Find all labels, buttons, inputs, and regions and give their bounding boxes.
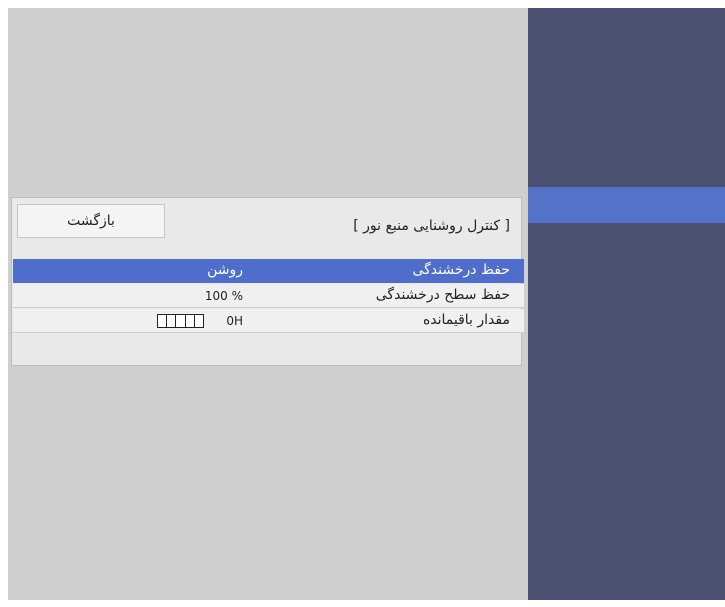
menu-row-value: روشن <box>207 262 243 278</box>
menu-row-value: 100 % <box>204 289 243 303</box>
menu-row-label: مقدار باقیمانده <box>422 312 510 328</box>
menu-row-label: حفظ درخشندگی <box>412 262 510 278</box>
menu-row-label: حفظ سطح درخشندگی <box>375 287 510 303</box>
menu-row-value: 0H <box>226 314 243 328</box>
menu-row-brightness-level[interactable]: حفظ سطح درخشندگی 100 % <box>13 284 524 308</box>
main-menu-panel <box>528 8 725 600</box>
submenu-title: [ کنترل روشنایی منبع نور ] <box>353 218 510 234</box>
back-button[interactable]: بازگشت <box>17 204 165 238</box>
menu-row-constant-brightness[interactable]: حفظ درخشندگی روشن <box>13 259 524 283</box>
menu-row-remaining-time[interactable]: مقدار باقیمانده 0H <box>13 309 524 333</box>
main-menu-selected-item[interactable] <box>528 187 725 223</box>
back-button-label: بازگشت <box>67 213 115 229</box>
battery-level-icon <box>157 314 204 328</box>
